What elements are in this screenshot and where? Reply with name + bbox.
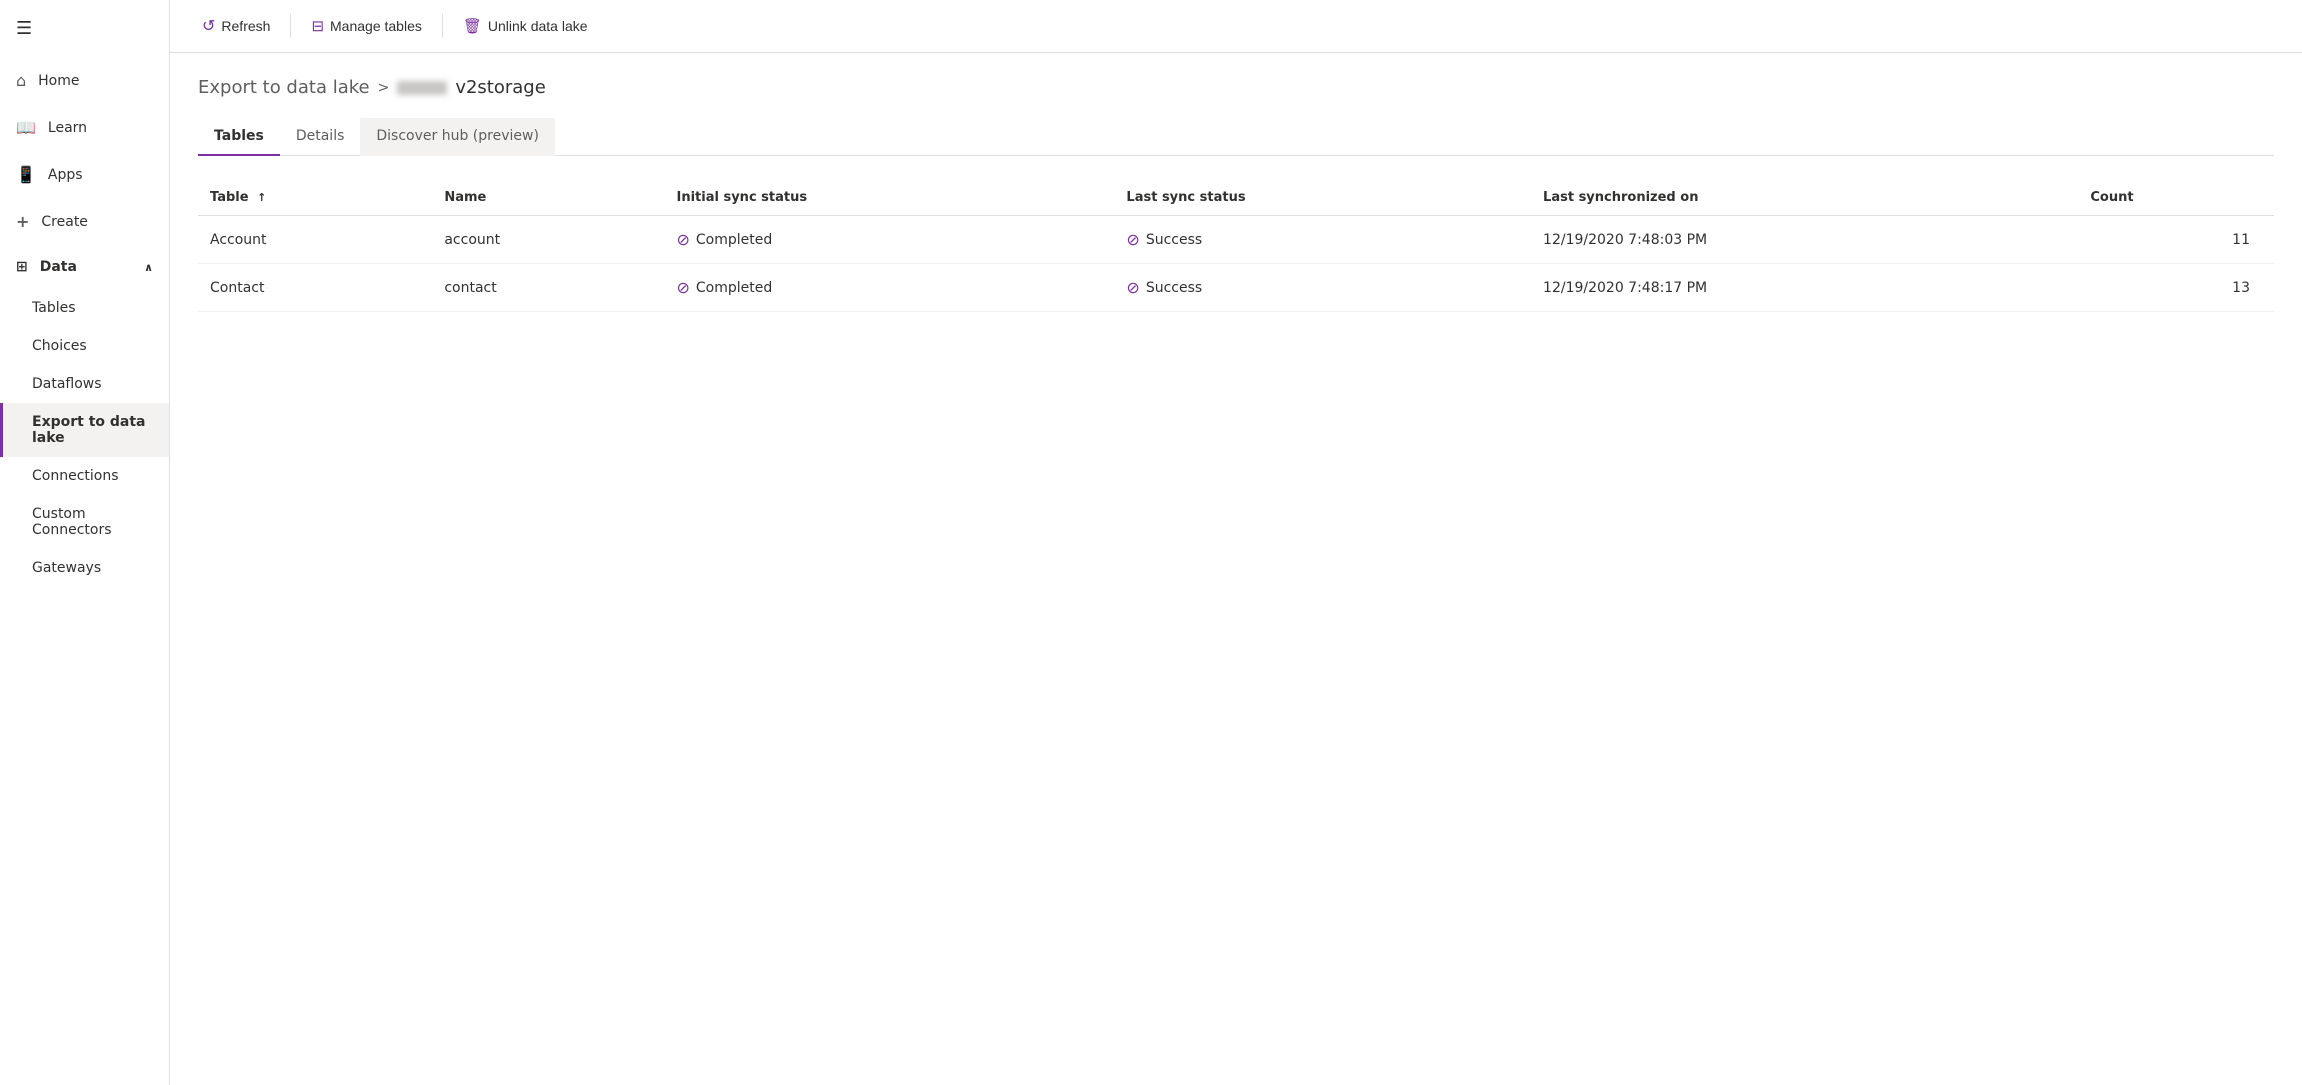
sidebar-item-apps[interactable]: 📱 Apps (0, 151, 169, 198)
manage-tables-label: Manage tables (330, 18, 422, 34)
tab-details[interactable]: Details (280, 118, 361, 156)
cell-table-account: Account (198, 216, 432, 264)
breadcrumb-separator: > (378, 80, 390, 96)
tabs: Tables Details Discover hub (preview) (198, 118, 2274, 156)
breadcrumb-blur (397, 81, 447, 95)
tab-discover-hub[interactable]: Discover hub (preview) (360, 118, 555, 156)
cell-name-account: account (432, 216, 664, 264)
toolbar-separator-2 (442, 14, 443, 38)
manage-tables-icon: ⊟ (311, 17, 324, 35)
col-header-table: Table ↑ (198, 180, 432, 216)
sidebar-item-create[interactable]: + Create (0, 198, 169, 245)
hamburger-menu[interactable]: ☰ (0, 0, 169, 57)
sidebar: ☰ ⌂ Home 📖 Learn 📱 Apps + Create ⊞ Data … (0, 0, 170, 1085)
completed-icon-contact: ⊘ (677, 278, 690, 297)
sidebar-section-data-label: Data (40, 259, 77, 275)
col-header-name: Name (432, 180, 664, 216)
cell-name-contact: contact (432, 264, 664, 312)
sort-icon-table: ↑ (257, 191, 266, 204)
cell-table-contact: Contact (198, 264, 432, 312)
cell-last-sync-contact: ⊘ Success (1114, 264, 1531, 312)
sidebar-item-choices[interactable]: Choices (0, 327, 169, 365)
cell-initial-sync-contact: ⊘ Completed (665, 264, 1115, 312)
last-sync-status-contact: Success (1146, 280, 1202, 296)
create-icon: + (16, 212, 29, 231)
manage-tables-button[interactable]: ⊟ Manage tables (299, 11, 433, 41)
col-header-initial-sync: Initial sync status (665, 180, 1115, 216)
breadcrumb-parent[interactable]: Export to data lake (198, 77, 370, 98)
cell-count-account: 11 (2078, 216, 2274, 264)
cell-last-sync-on-contact: 12/19/2020 7:48:17 PM (1531, 264, 2078, 312)
apps-icon: 📱 (16, 165, 36, 184)
cell-last-sync-on-account: 12/19/2020 7:48:03 PM (1531, 216, 2078, 264)
initial-sync-status-contact: Completed (696, 280, 772, 296)
col-header-count: Count (2078, 180, 2274, 216)
sidebar-item-learn-label: Learn (48, 120, 87, 136)
data-table: Table ↑ Name Initial sync status Last sy… (198, 180, 2274, 312)
main-content: ↺ Refresh ⊟ Manage tables 🗑 Unlink data … (170, 0, 2302, 1085)
data-chevron-icon: ∧ (144, 261, 153, 274)
tab-tables[interactable]: Tables (198, 118, 280, 156)
refresh-label: Refresh (221, 18, 270, 34)
sidebar-item-dataflows[interactable]: Dataflows (0, 365, 169, 403)
toolbar: ↺ Refresh ⊟ Manage tables 🗑 Unlink data … (170, 0, 2302, 53)
table-header-row: Table ↑ Name Initial sync status Last sy… (198, 180, 2274, 216)
unlink-data-lake-label: Unlink data lake (488, 18, 588, 34)
unlink-data-lake-button[interactable]: 🗑 Unlink data lake (451, 11, 600, 41)
refresh-icon: ↺ (202, 16, 215, 36)
sidebar-sub-items: Tables Choices Dataflows Export to data … (0, 289, 169, 587)
table-row[interactable]: Account account ⊘ Completed ⊘ Success (198, 216, 2274, 264)
sidebar-item-home-label: Home (38, 73, 79, 89)
breadcrumb: Export to data lake > v2storage (198, 77, 2274, 98)
sidebar-item-export-to-data-lake[interactable]: Export to data lake (0, 403, 169, 457)
refresh-button[interactable]: ↺ Refresh (190, 10, 282, 42)
breadcrumb-storage-name: v2storage (455, 77, 545, 98)
hamburger-icon: ☰ (16, 18, 32, 39)
sidebar-section-data[interactable]: ⊞ Data ∧ (0, 245, 169, 289)
learn-icon: 📖 (16, 118, 36, 137)
success-icon-account: ⊘ (1126, 230, 1139, 249)
initial-sync-status-account: Completed (696, 232, 772, 248)
sidebar-item-home[interactable]: ⌂ Home (0, 57, 169, 104)
sidebar-item-gateways[interactable]: Gateways (0, 549, 169, 587)
sidebar-item-connections[interactable]: Connections (0, 457, 169, 495)
sidebar-item-create-label: Create (41, 214, 88, 230)
data-icon: ⊞ (16, 259, 28, 275)
completed-icon-account: ⊘ (677, 230, 690, 249)
col-header-last-sync: Last sync status (1114, 180, 1531, 216)
home-icon: ⌂ (16, 71, 26, 90)
breadcrumb-current: v2storage (397, 77, 545, 98)
sidebar-item-apps-label: Apps (48, 167, 83, 183)
cell-count-contact: 13 (2078, 264, 2274, 312)
toolbar-separator-1 (290, 14, 291, 38)
sidebar-item-tables[interactable]: Tables (0, 289, 169, 327)
unlink-icon: 🗑 (463, 17, 482, 35)
cell-last-sync-account: ⊘ Success (1114, 216, 1531, 264)
last-sync-status-account: Success (1146, 232, 1202, 248)
col-header-last-synchronized-on: Last synchronized on (1531, 180, 2078, 216)
table-row[interactable]: Contact contact ⊘ Completed ⊘ Success (198, 264, 2274, 312)
sidebar-item-custom-connectors[interactable]: Custom Connectors (0, 495, 169, 549)
cell-initial-sync-account: ⊘ Completed (665, 216, 1115, 264)
success-icon-contact: ⊘ (1126, 278, 1139, 297)
content-area: Export to data lake > v2storage Tables D… (170, 53, 2302, 1085)
sidebar-item-learn[interactable]: 📖 Learn (0, 104, 169, 151)
